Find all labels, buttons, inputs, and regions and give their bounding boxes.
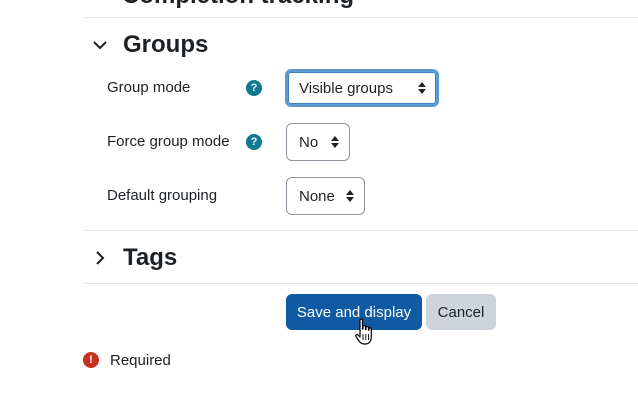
select-arrows-icon	[418, 82, 426, 94]
default-grouping-label: Default grouping	[107, 187, 218, 204]
tags-section-title: Tags	[123, 244, 178, 271]
default-grouping-row: Default grouping None	[107, 177, 638, 215]
force-group-mode-value: No	[299, 133, 319, 151]
chevron-right-icon	[90, 248, 110, 268]
groups-section-toggle[interactable]: Groups	[90, 28, 208, 62]
chevron-down-icon	[90, 35, 110, 55]
tags-section-toggle[interactable]: Tags	[90, 241, 177, 275]
help-icon[interactable]: ?	[246, 134, 262, 150]
groups-section-title: Groups	[123, 31, 209, 58]
force-group-mode-select[interactable]: No	[286, 123, 350, 161]
course-settings-form: Completion tracking Groups Group mode ? …	[0, 0, 638, 420]
force-group-mode-label: Force group mode	[107, 133, 230, 150]
required-icon: !	[83, 352, 99, 368]
save-and-display-button[interactable]: Save and display	[286, 294, 422, 330]
section-divider	[84, 230, 638, 231]
group-mode-select[interactable]: Visible groups	[285, 69, 439, 107]
select-arrows-icon	[346, 190, 354, 202]
required-note: ! Required	[83, 350, 171, 370]
previous-section-title[interactable]: Completion tracking	[122, 0, 354, 10]
help-icon[interactable]: ?	[246, 80, 262, 96]
required-text: Required	[110, 351, 171, 369]
force-group-mode-row: Force group mode ? No	[107, 123, 638, 161]
group-mode-label: Group mode	[107, 79, 191, 96]
section-divider	[84, 17, 638, 18]
cancel-button[interactable]: Cancel	[426, 294, 496, 330]
default-grouping-select[interactable]: None	[286, 177, 365, 215]
group-mode-row: Group mode ? Visible groups	[107, 69, 638, 107]
hand-cursor-icon	[355, 318, 372, 345]
group-mode-value: Visible groups	[299, 79, 393, 97]
section-divider	[84, 283, 638, 284]
default-grouping-value: None	[299, 187, 335, 205]
select-arrows-icon	[331, 136, 339, 148]
